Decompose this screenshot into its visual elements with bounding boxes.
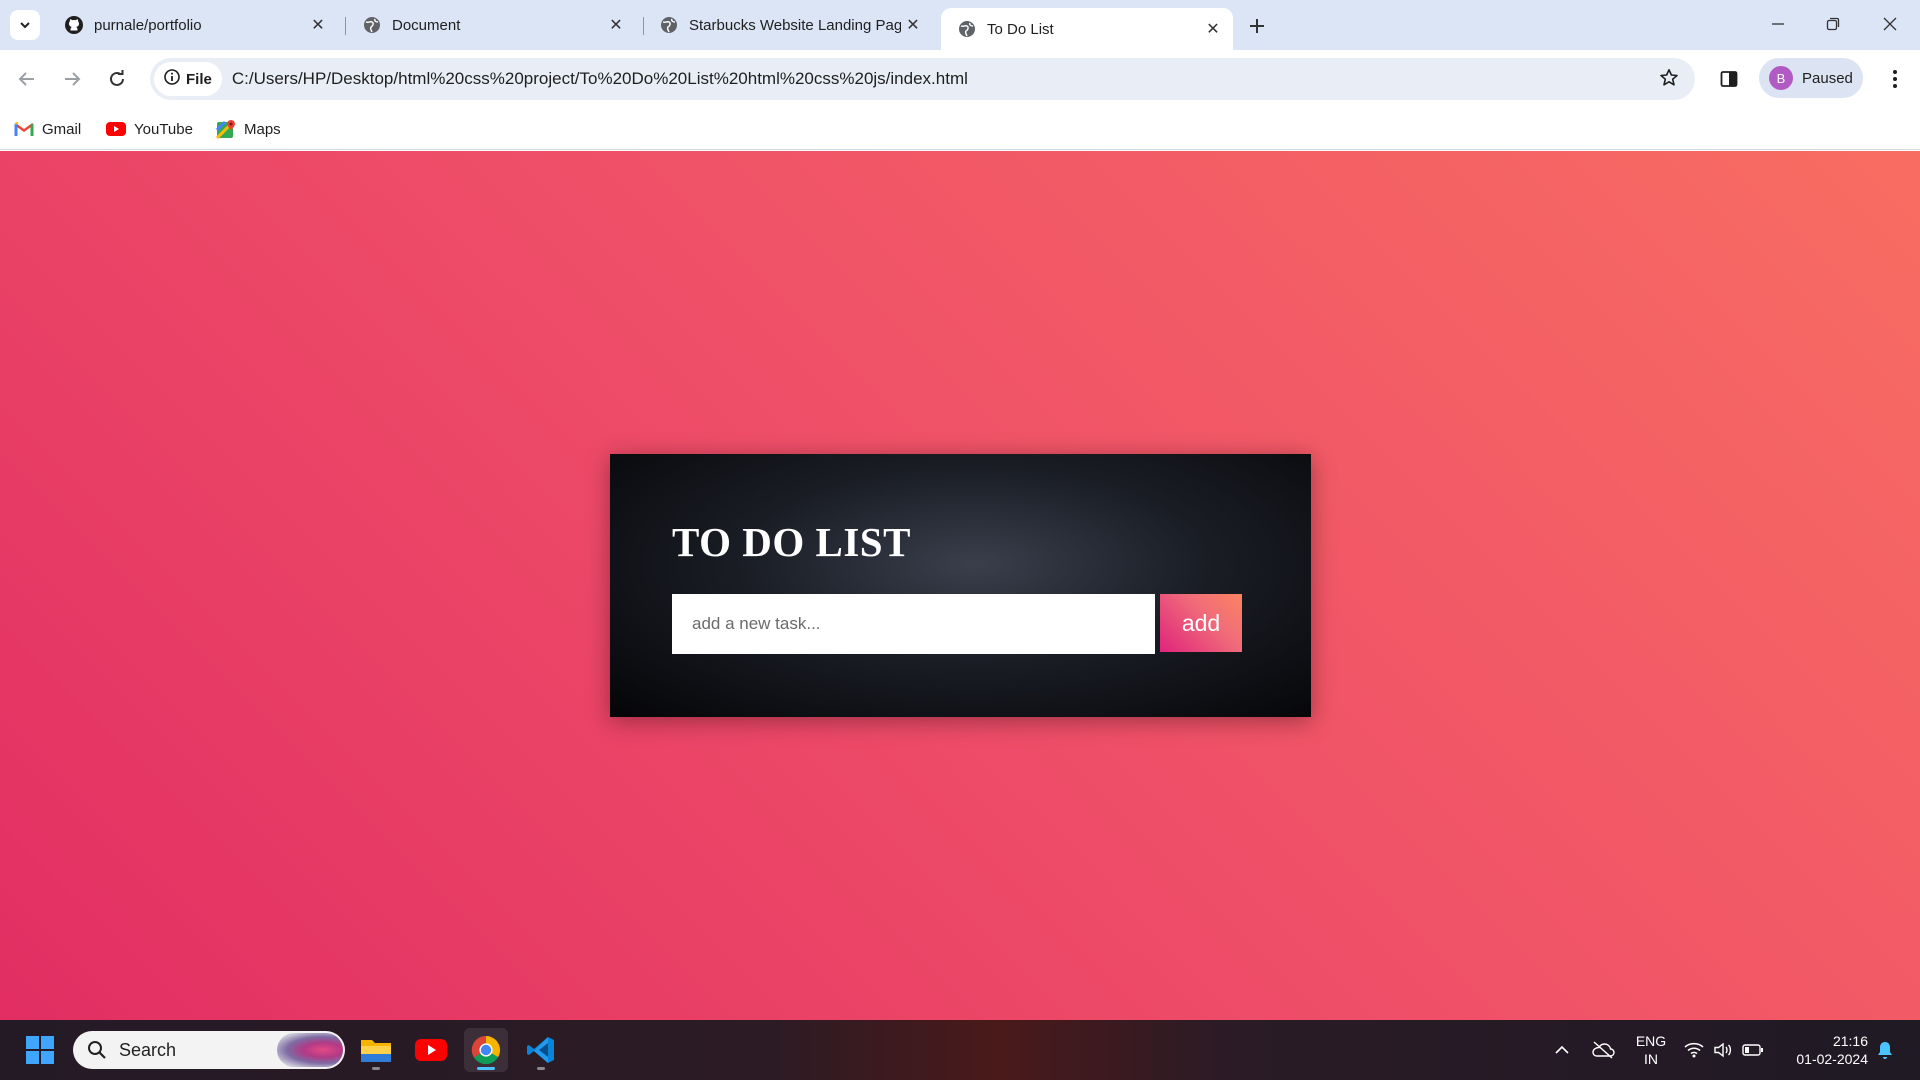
tab-search-button[interactable] (10, 10, 40, 40)
notifications-button[interactable] (1874, 1020, 1896, 1080)
close-window-button[interactable] (1868, 6, 1912, 42)
tab-document[interactable]: Document ✕ (346, 8, 636, 42)
tab-title: purnale/portfolio (94, 16, 202, 34)
reload-button[interactable] (100, 62, 134, 96)
search-highlight-image (277, 1033, 343, 1067)
bookmark-maps[interactable]: Maps (216, 116, 281, 142)
youtube-icon (106, 122, 126, 136)
globe-icon (362, 15, 382, 35)
start-button[interactable] (18, 1028, 62, 1072)
cloud-offline-icon (1592, 1041, 1615, 1059)
info-icon (164, 69, 180, 89)
chrome-icon (471, 1035, 500, 1065)
browser-tab-strip: purnale/portfolio ✕ Document ✕ Starbucks… (0, 0, 1920, 50)
reload-icon (110, 70, 124, 86)
globe-icon (659, 15, 679, 35)
taskbar-vscode[interactable] (519, 1028, 563, 1072)
avatar: B (1769, 66, 1793, 90)
page-viewport: TO DO LIST add (0, 151, 1920, 1020)
tab-title: Document (392, 16, 461, 34)
bookmark-label: Gmail (42, 120, 82, 138)
url-text[interactable]: C:/Users/HP/Desktop/html%20css%20project… (232, 69, 968, 89)
globe-icon (957, 19, 977, 39)
address-bar[interactable]: File C:/Users/HP/Desktop/html%20css%20pr… (150, 58, 1695, 100)
input-language-indicator[interactable]: ENG IN (1630, 1032, 1672, 1068)
running-indicator (537, 1067, 545, 1070)
tab-portfolio[interactable]: purnale/portfolio ✕ (48, 8, 338, 42)
volume-icon (1714, 1042, 1732, 1058)
youtube-icon (415, 1039, 447, 1061)
tab-title: Starbucks Website Landing Pag (689, 16, 901, 34)
chevron-down-icon (20, 22, 30, 29)
search-label: Search (119, 1039, 177, 1060)
profile-status: Paused (1802, 69, 1853, 87)
bookmark-label: YouTube (134, 120, 193, 138)
minimize-icon (1772, 23, 1784, 25)
task-input[interactable] (672, 594, 1155, 654)
site-info-label: File (186, 70, 212, 88)
github-icon (64, 15, 84, 35)
tab-title: To Do List (987, 20, 1054, 38)
arrow-right-icon (65, 72, 81, 86)
tab-to-do-list[interactable]: To Do List ✕ (941, 8, 1233, 50)
bookmark-youtube[interactable]: YouTube (106, 116, 193, 142)
vscode-icon (527, 1037, 554, 1063)
clock-date: 01-02-2024 (1796, 1051, 1868, 1067)
browser-menu-button[interactable] (1880, 62, 1910, 96)
clock-time: 21:16 (1832, 1033, 1868, 1049)
close-icon[interactable]: ✕ (306, 13, 330, 37)
more-vertical-icon (1893, 70, 1897, 88)
wifi-icon (1684, 1042, 1704, 1058)
taskbar-clock[interactable]: 21:16 01-02-2024 (1778, 1032, 1868, 1068)
gmail-icon (14, 121, 34, 137)
windows-taskbar: Search ENG IN 21:16 01-02-2024 (0, 1020, 1920, 1080)
bookmarks-bar: Gmail YouTube Maps (0, 108, 1920, 150)
close-icon[interactable]: ✕ (901, 13, 925, 37)
windows-logo-icon (26, 1036, 54, 1064)
close-icon[interactable]: ✕ (604, 13, 628, 37)
bookmark-gmail[interactable]: Gmail (14, 116, 81, 142)
profile-button[interactable]: B Paused (1759, 58, 1863, 98)
side-panel-button[interactable] (1712, 62, 1746, 96)
taskbar-file-explorer[interactable] (354, 1028, 398, 1072)
close-icon (1883, 17, 1897, 31)
bookmark-star-icon[interactable] (1659, 68, 1679, 93)
minimize-button[interactable] (1756, 6, 1800, 42)
page-title: TO DO LIST (672, 519, 911, 565)
restore-button[interactable] (1811, 6, 1855, 42)
chevron-up-icon (1555, 1045, 1569, 1054)
language-region: IN (1644, 1051, 1658, 1067)
restore-icon (1826, 17, 1840, 31)
running-indicator (372, 1067, 380, 1070)
maps-icon (216, 119, 236, 139)
onedrive-status[interactable] (1588, 1020, 1618, 1080)
back-button[interactable] (10, 62, 44, 96)
battery-icon (1742, 1044, 1763, 1056)
system-status-group[interactable] (1684, 1020, 1764, 1080)
site-info-chip[interactable]: File (154, 62, 222, 96)
todo-card: TO DO LIST add (610, 454, 1311, 717)
search-icon (87, 1040, 107, 1060)
language-code: ENG (1635, 1033, 1667, 1049)
arrow-left-icon (18, 72, 34, 86)
taskbar-youtube[interactable] (409, 1028, 453, 1072)
show-hidden-icons-button[interactable] (1548, 1020, 1576, 1080)
plus-icon (1250, 19, 1264, 33)
taskbar-search[interactable]: Search (73, 1031, 345, 1069)
running-indicator (477, 1067, 495, 1070)
side-panel-icon (1720, 71, 1738, 87)
bookmark-label: Maps (244, 120, 281, 138)
file-explorer-icon (361, 1040, 391, 1062)
bell-icon (1878, 1042, 1892, 1059)
taskbar-chrome[interactable] (464, 1028, 508, 1072)
close-icon[interactable]: ✕ (1201, 17, 1225, 41)
add-task-button[interactable]: add (1160, 594, 1242, 652)
browser-toolbar: File C:/Users/HP/Desktop/html%20css%20pr… (0, 50, 1920, 108)
tab-starbucks[interactable]: Starbucks Website Landing Pag ✕ (643, 8, 933, 42)
forward-button[interactable] (55, 62, 89, 96)
new-tab-button[interactable] (1242, 11, 1272, 41)
